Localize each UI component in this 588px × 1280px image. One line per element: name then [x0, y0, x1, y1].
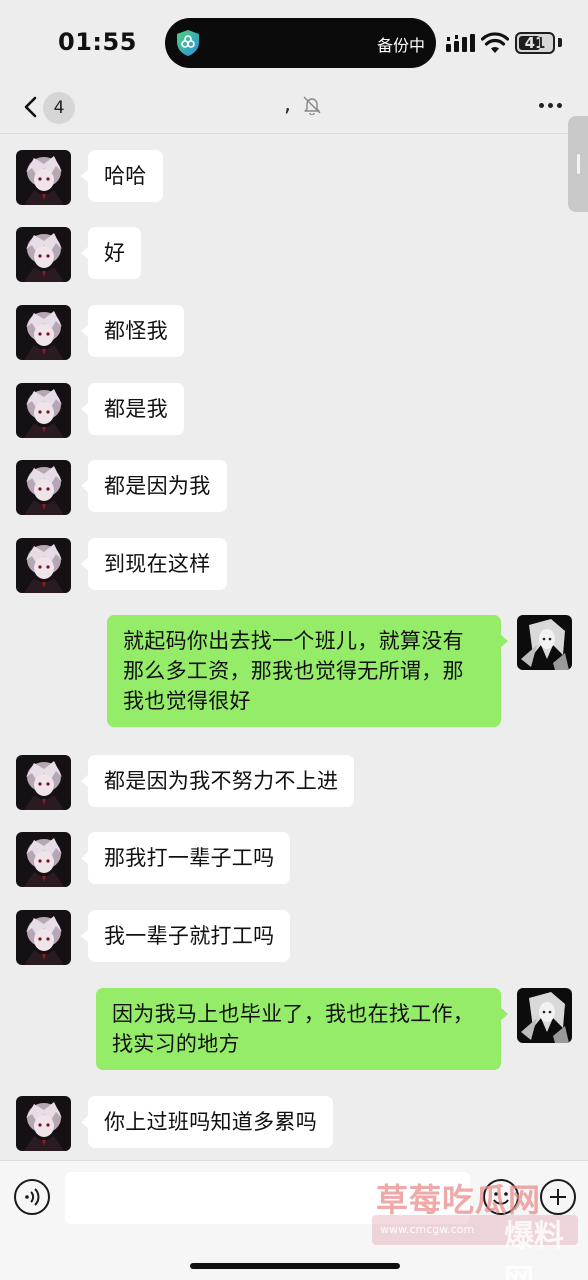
contact-avatar[interactable] — [16, 755, 71, 810]
scroll-handle[interactable] — [568, 116, 588, 212]
message-bubble[interactable]: 都是因为我不努力不上进 — [80, 755, 355, 807]
contact-avatar[interactable] — [16, 538, 71, 593]
message-bubble[interactable]: 好 — [80, 227, 142, 279]
contact-avatar[interactable] — [16, 1096, 71, 1151]
back-button[interactable]: 4 — [12, 86, 82, 128]
unread-count-badge: 4 — [43, 92, 75, 124]
battery-indicator: 41 — [515, 32, 555, 54]
home-indicator[interactable] — [190, 1263, 400, 1269]
message-line: 就起码你出去找一个班儿，就算没有 — [123, 629, 464, 653]
more-functions-button[interactable] — [540, 1179, 576, 1215]
message-bubble[interactable]: 哈哈 — [81, 150, 163, 202]
contact-avatar[interactable] — [16, 150, 71, 205]
message-bubble[interactable]: 那我打一辈子工吗 — [80, 832, 291, 884]
message-bubble[interactable]: 都是因为我 — [81, 460, 227, 512]
chat-title: , — [284, 92, 291, 117]
status-time: 01:55 — [58, 28, 137, 56]
input-bar: 草莓吃瓜网 www.cmcgw.com 爆料网 — [0, 1160, 588, 1280]
message-bubble[interactable]: 就起码你出去找一个班儿，就算没有 那么多工资，那我也觉得无所谓，那 我也觉得很好 — [107, 615, 508, 727]
wifi-icon — [481, 32, 509, 53]
message-bubble[interactable]: 都怪我 — [81, 305, 184, 357]
battery-percent: 41 — [524, 34, 546, 52]
message-line: 因为我马上也毕业了，我也在找工作， — [112, 1002, 475, 1026]
message-bubble[interactable]: 你上过班吗知道多累吗 — [81, 1096, 333, 1148]
watermark-url: www.cmcgw.com — [380, 1223, 475, 1236]
contact-avatar[interactable] — [16, 910, 71, 965]
message-bubble[interactable]: 我一辈子就打工吗 — [80, 910, 291, 962]
message-line: 找实习的地方 — [112, 1032, 240, 1056]
contact-avatar[interactable] — [16, 383, 71, 438]
message-input[interactable] — [65, 1172, 470, 1224]
self-avatar[interactable] — [517, 988, 572, 1043]
status-bar: 01:55 备份中 41 — [0, 0, 588, 80]
message-line: 那么多工资，那我也觉得无所谓，那 — [123, 659, 464, 683]
self-avatar[interactable] — [517, 615, 572, 670]
message-line: 我也觉得很好 — [123, 689, 251, 713]
voice-icon — [25, 1188, 40, 1206]
message-bubble[interactable]: 因为我马上也毕业了，我也在找工作， 找实习的地方 — [96, 988, 508, 1070]
dot-icon — [548, 103, 553, 108]
dynamic-island[interactable]: 备份中 — [165, 18, 436, 68]
voice-input-button[interactable] — [14, 1179, 50, 1215]
muted-bell-icon — [303, 96, 321, 115]
dot-icon — [539, 103, 544, 108]
smiley-icon — [493, 1192, 509, 1205]
cellular-signal-icon — [446, 34, 475, 52]
contact-avatar[interactable] — [16, 832, 71, 887]
shield-icon — [177, 30, 199, 56]
message-bubble[interactable]: 都是我 — [81, 383, 184, 435]
chat-header: 4 , — [0, 80, 588, 134]
watermark-subtitle: 爆料网 — [504, 1219, 564, 1280]
contact-avatar[interactable] — [16, 305, 71, 360]
backup-status-text: 备份中 — [377, 36, 426, 55]
dot-icon — [557, 103, 562, 108]
message-bubble[interactable]: 到现在这样 — [81, 538, 227, 590]
contact-avatar[interactable] — [16, 460, 71, 515]
emoji-button[interactable] — [483, 1179, 519, 1215]
contact-avatar[interactable] — [16, 227, 71, 282]
battery-tip — [558, 38, 562, 47]
chevron-left-icon — [24, 96, 37, 118]
more-options-button[interactable] — [534, 90, 568, 120]
